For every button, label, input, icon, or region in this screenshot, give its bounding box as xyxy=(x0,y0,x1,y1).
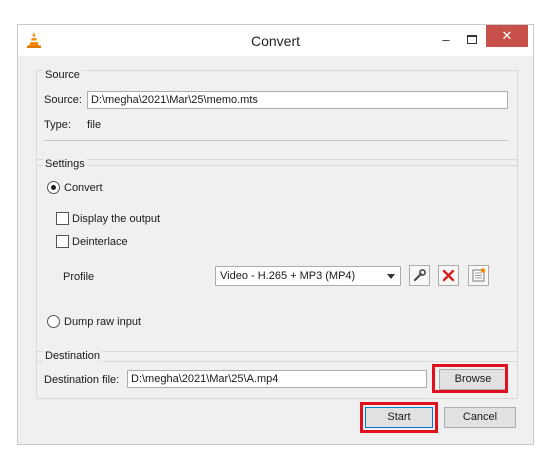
type-label: Type: xyxy=(44,119,71,131)
dump-raw-radio[interactable] xyxy=(47,315,60,328)
display-output-checkbox[interactable] xyxy=(56,212,69,225)
delete-x-icon xyxy=(442,269,455,282)
destination-file-label: Destination file: xyxy=(44,374,120,386)
source-input[interactable]: D:\megha\2021\Mar\25\memo.mts xyxy=(87,91,508,109)
source-separator xyxy=(43,140,509,141)
dump-raw-label[interactable]: Dump raw input xyxy=(64,316,141,328)
minimize-icon: – xyxy=(442,32,450,47)
delete-profile-button[interactable] xyxy=(438,265,459,286)
profile-select-value: Video - H.265 + MP3 (MP4) xyxy=(220,270,356,282)
profile-select[interactable]: Video - H.265 + MP3 (MP4) xyxy=(215,266,401,286)
close-button[interactable]: ✕ xyxy=(486,25,528,47)
source-group: Source Source: D:\megha\2021\Mar\25\memo… xyxy=(36,69,518,166)
minimize-button[interactable]: – xyxy=(434,29,458,50)
cancel-button[interactable]: Cancel xyxy=(444,407,516,428)
chevron-down-icon xyxy=(387,274,395,279)
deinterlace-checkbox[interactable] xyxy=(56,235,69,248)
destination-file-input[interactable]: D:\megha\2021\Mar\25\A.mp4 xyxy=(127,370,427,388)
new-profile-button[interactable] xyxy=(468,265,489,286)
start-highlight xyxy=(360,402,438,433)
convert-radio[interactable] xyxy=(47,181,60,194)
profile-label: Profile xyxy=(63,271,95,283)
close-icon: ✕ xyxy=(501,28,513,43)
maximize-button[interactable] xyxy=(460,29,484,50)
deinterlace-label[interactable]: Deinterlace xyxy=(72,236,128,248)
display-output-label[interactable]: Display the output xyxy=(72,213,160,225)
settings-group-title: Settings xyxy=(43,158,87,170)
edit-profile-button[interactable] xyxy=(409,265,430,286)
maximize-icon xyxy=(467,35,477,44)
convert-dialog: Convert – ✕ Source Source: D:\megha\2021… xyxy=(17,24,534,445)
destination-group-title: Destination xyxy=(43,350,103,362)
source-group-title: Source xyxy=(43,69,82,81)
settings-group: Settings Convert Display the output Dein… xyxy=(36,158,518,362)
browse-highlight xyxy=(432,364,508,393)
type-value: file xyxy=(87,119,102,131)
convert-label[interactable]: Convert xyxy=(64,182,103,194)
title-bar[interactable]: Convert – ✕ xyxy=(18,25,533,56)
new-profile-icon xyxy=(472,268,486,282)
wrench-icon xyxy=(414,269,426,281)
source-label: Source: xyxy=(44,94,82,106)
